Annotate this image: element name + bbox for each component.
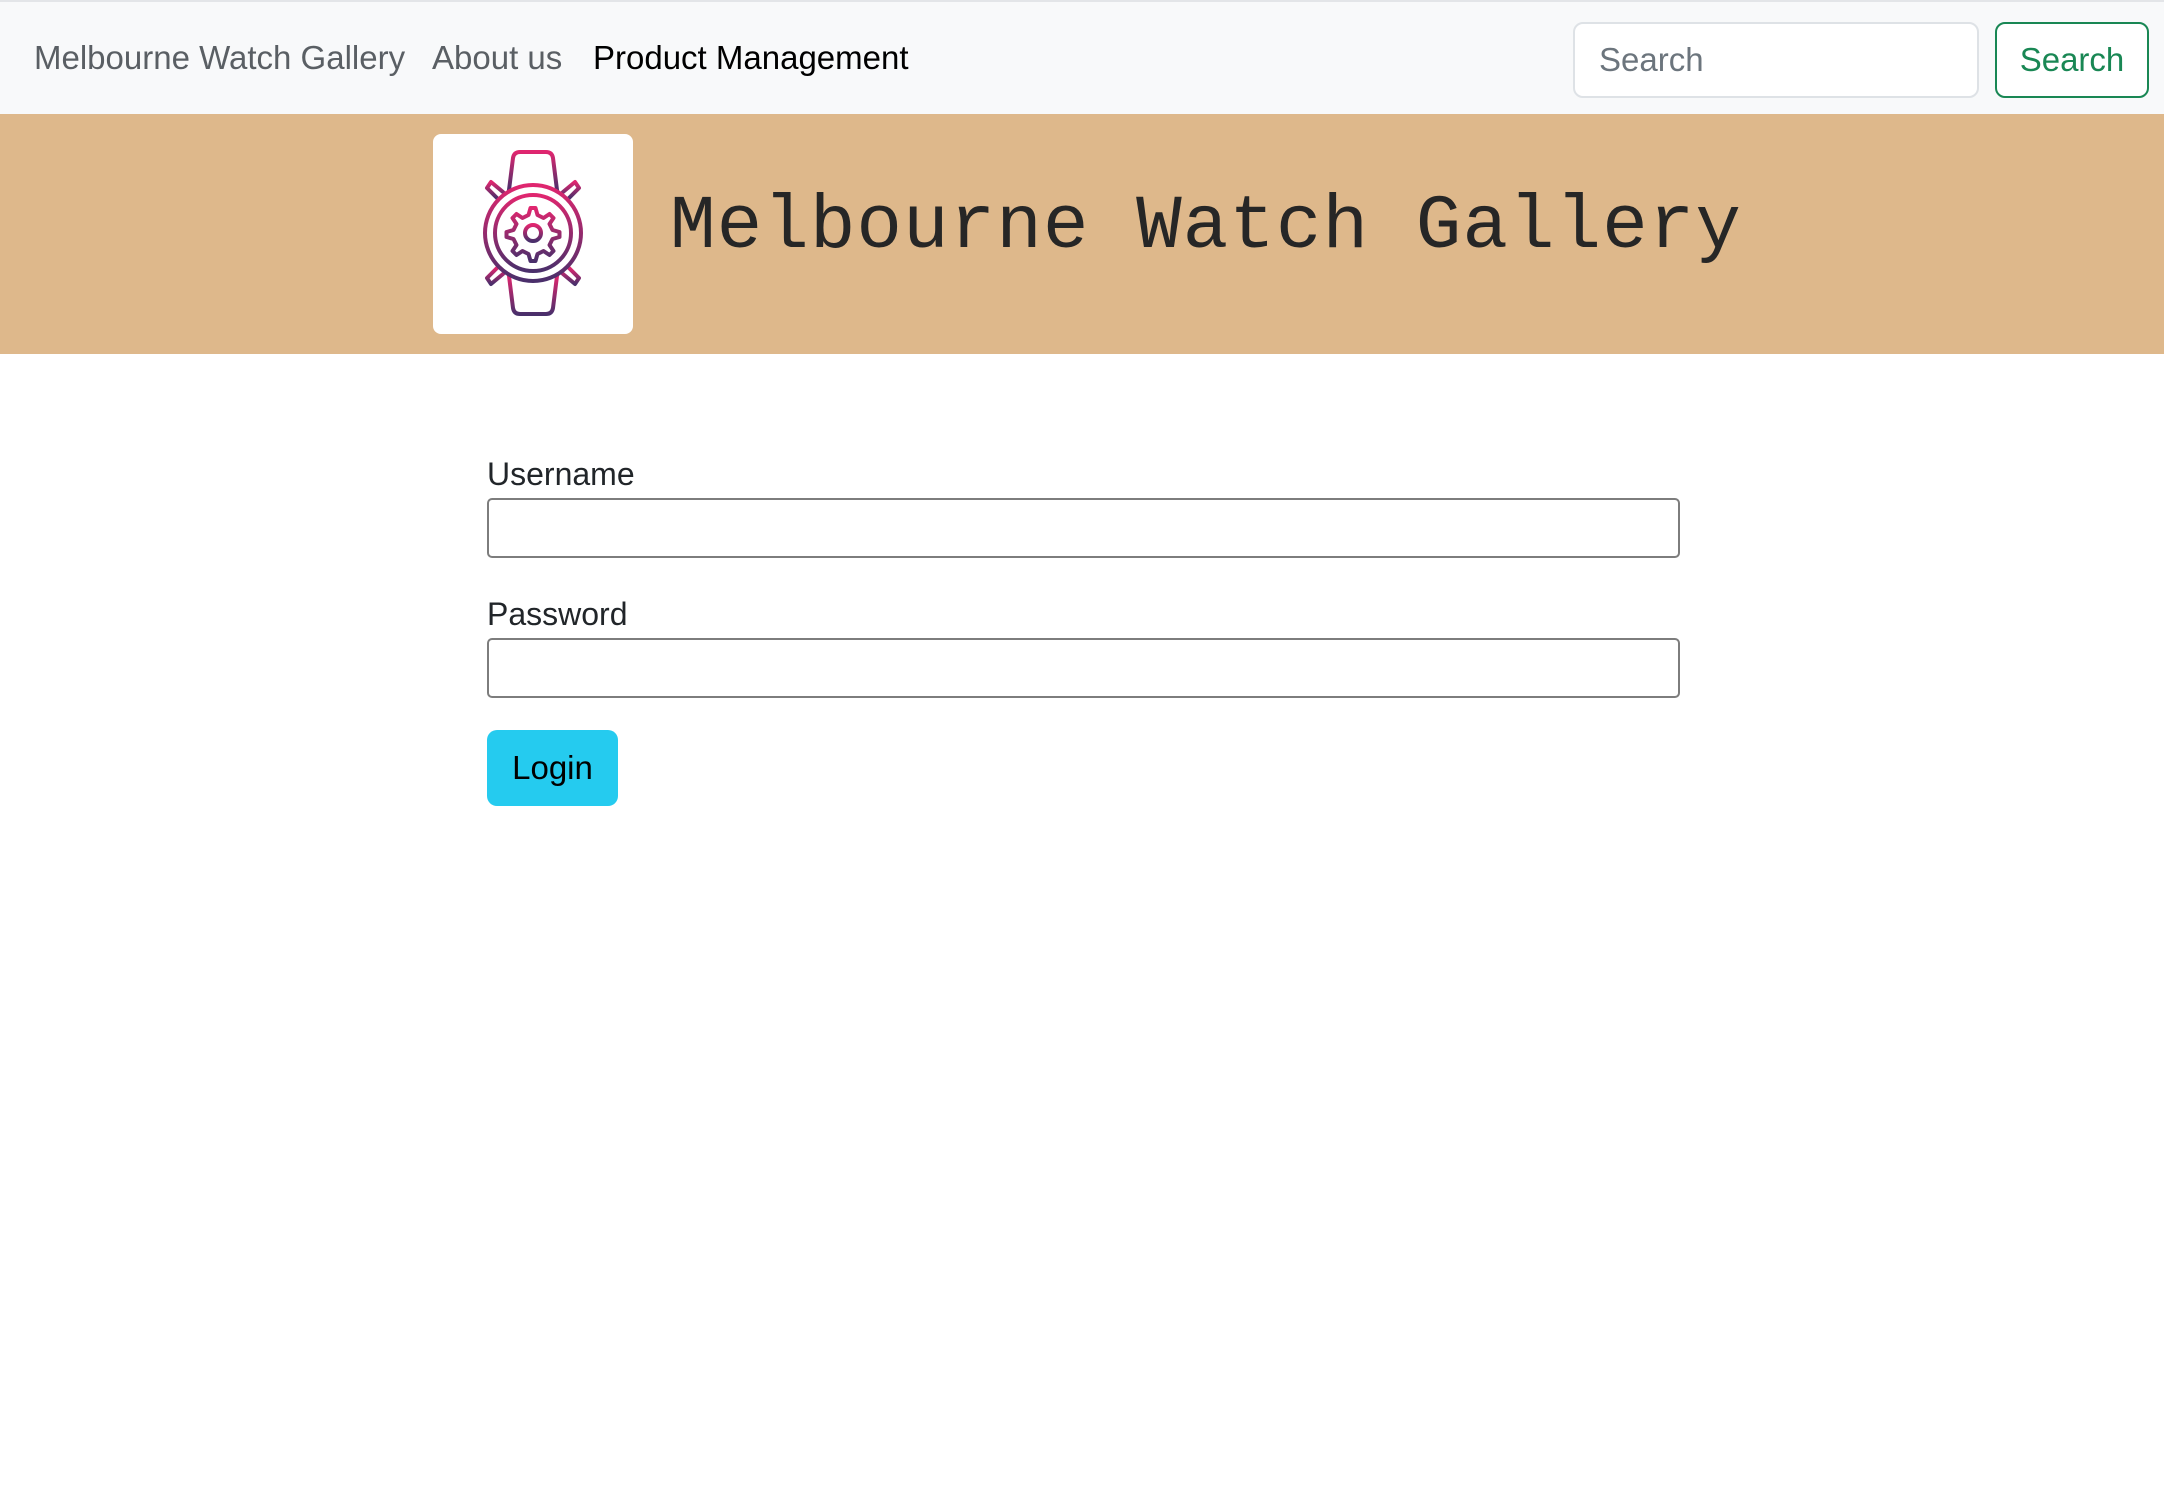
password-label: Password bbox=[487, 596, 628, 632]
navbar-brand-link[interactable]: Melbourne Watch Gallery bbox=[34, 38, 405, 78]
nav-link-product-management[interactable]: Product Management bbox=[593, 38, 909, 78]
site-title: Melbourne Watch Gallery bbox=[670, 184, 1742, 270]
username-label: Username bbox=[487, 456, 635, 492]
search-input[interactable] bbox=[1573, 22, 1979, 98]
nav-link-about-us[interactable]: About us bbox=[432, 38, 562, 78]
smartwatch-gear-icon bbox=[483, 150, 583, 316]
logo bbox=[433, 134, 633, 334]
username-field[interactable] bbox=[487, 498, 1680, 558]
password-field[interactable] bbox=[487, 638, 1680, 698]
login-button[interactable]: Login bbox=[487, 730, 618, 806]
site-banner: Melbourne Watch Gallery bbox=[0, 114, 2164, 354]
top-navbar: Melbourne Watch Gallery About us Product… bbox=[0, 0, 2164, 114]
search-button[interactable]: Search bbox=[1995, 22, 2149, 98]
